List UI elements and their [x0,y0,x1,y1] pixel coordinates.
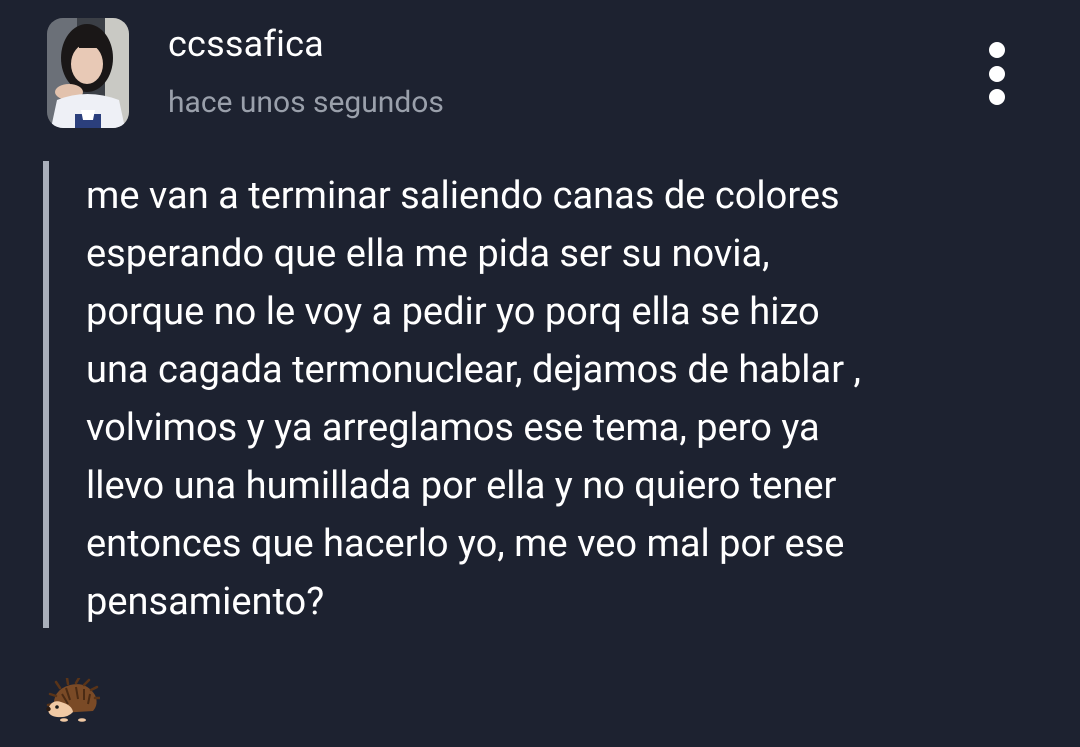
post-timestamp: hace unos segundos [168,85,444,120]
quote-bar [43,161,49,628]
more-vertical-icon [989,42,1005,58]
post-body: me van a terminar saliendo canas de colo… [86,174,861,624]
author-name[interactable]: ccssafica [168,22,324,66]
avatar[interactable] [47,18,129,128]
avatar-image [47,18,129,128]
more-options-button[interactable] [978,38,1018,110]
hedgehog-icon[interactable] [46,676,102,722]
